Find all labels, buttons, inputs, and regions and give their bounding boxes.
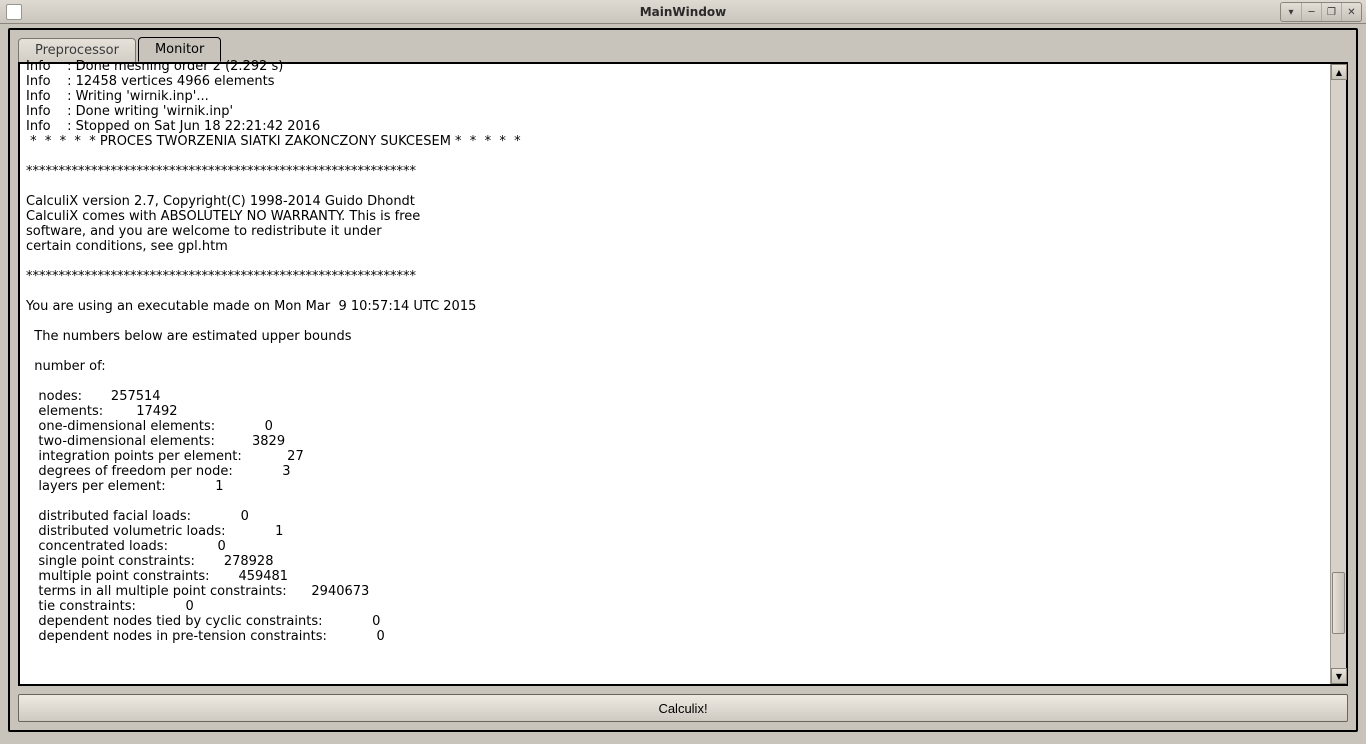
close-button[interactable]: ✕ (1341, 3, 1361, 21)
tab-label: Monitor (155, 42, 204, 57)
calculix-button-label: Calculix! (658, 701, 707, 716)
window-title: MainWindow (0, 5, 1366, 19)
minimize-button[interactable]: ─ (1301, 3, 1321, 21)
tab-monitor[interactable]: Monitor (138, 37, 221, 62)
calculix-button[interactable]: Calculix! (18, 694, 1348, 722)
maximize-button[interactable]: ❐ (1321, 3, 1341, 21)
monitor-panel: Info : Done meshing order 2 (2.292 s) In… (18, 62, 1348, 686)
scroll-down-button[interactable]: ▼ (1331, 668, 1347, 684)
os-titlebar: MainWindow ▾ ─ ❐ ✕ (0, 0, 1366, 24)
scrollbar-thumb[interactable] (1332, 572, 1345, 634)
scroll-up-button[interactable]: ▲ (1331, 64, 1347, 80)
main-window: Preprocessor Monitor Info : Done meshing… (8, 28, 1358, 732)
monitor-output[interactable]: Info : Done meshing order 2 (2.292 s) In… (20, 55, 1330, 684)
window-controls: ▾ ─ ❐ ✕ (1280, 2, 1362, 22)
show-desktop-button[interactable]: ▾ (1281, 3, 1301, 21)
vertical-scrollbar[interactable]: ▲ ▼ (1330, 64, 1346, 684)
app-icon (6, 4, 22, 20)
bottom-bar: Calculix! (10, 694, 1356, 730)
